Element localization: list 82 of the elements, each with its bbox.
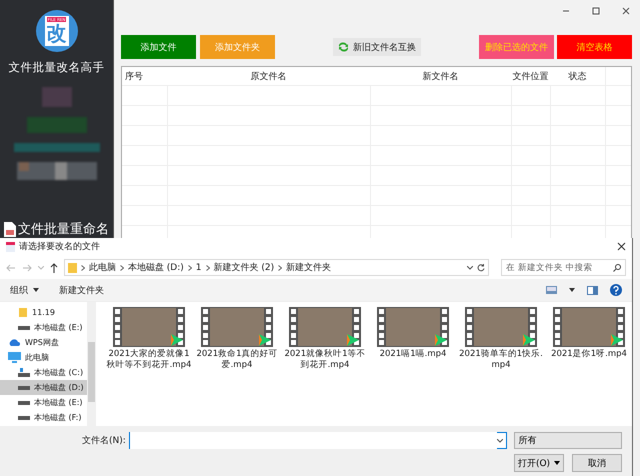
- nav-item[interactable]: 11.19: [0, 305, 88, 320]
- app-title: 文件批量改名高手: [8, 60, 104, 75]
- column-header[interactable]: 文件位置: [511, 67, 550, 85]
- file-name[interactable]: 2021救命1真的好可爱.mp4: [194, 349, 280, 371]
- chevron-right-icon: [206, 264, 210, 271]
- chevron-right-icon: [120, 264, 124, 271]
- filename-field[interactable]: [128, 432, 508, 450]
- nav-item[interactable]: 此电脑: [0, 350, 88, 365]
- nav-item[interactable]: WPS网盘: [0, 335, 88, 350]
- nav-label: 本地磁盘 (D:): [34, 382, 84, 393]
- dialog-title: 请选择要改名的文件: [19, 240, 101, 254]
- caret-icon: [33, 288, 39, 292]
- organize-menu[interactable]: 组织: [10, 284, 39, 297]
- video-thumbnail[interactable]: [201, 307, 273, 347]
- chevron-down-icon[interactable]: [467, 266, 474, 270]
- action-button[interactable]: 添加文件: [121, 35, 196, 59]
- filename-label: 文件名(N):: [82, 434, 126, 448]
- nav-label: 11.19: [32, 308, 55, 317]
- drive-icon: [18, 324, 30, 330]
- address-bar[interactable]: 此电脑 本地磁盘 (D:) 1 新建文件夹 (2) 新建文件夹: [64, 259, 490, 276]
- nav-item[interactable]: 本地磁盘 (D:): [0, 380, 88, 395]
- file-name[interactable]: 2021就像秋叶1等不到花开.mp4: [282, 349, 368, 371]
- nav-label: WPS网盘: [25, 337, 59, 348]
- nav-item[interactable]: 本地磁盘 (E:): [0, 395, 88, 410]
- footer-label: 文件批量重命名: [18, 221, 109, 238]
- logo-character: 改: [46, 22, 66, 44]
- video-thumbnail[interactable]: [465, 307, 537, 347]
- folder-icon: [18, 307, 28, 318]
- swap-arrows-icon: [338, 42, 349, 52]
- breadcrumb-item[interactable]: 本地磁盘 (D:): [128, 261, 184, 274]
- video-thumbnail[interactable]: [113, 307, 185, 347]
- drive-icon: [18, 414, 30, 420]
- nav-item[interactable]: 本地磁盘 (E:): [0, 320, 88, 335]
- close-icon[interactable]: [622, 7, 630, 15]
- file-type-dropdown[interactable]: 所有: [514, 432, 622, 450]
- nav-item[interactable]: 本地磁盘 (C:): [0, 365, 88, 380]
- chevron-right-icon: [80, 264, 85, 271]
- nav-label: 此电脑: [25, 352, 49, 363]
- file-name[interactable]: 2021大家的爱就像1秋叶等不到花开.mp4: [106, 349, 192, 371]
- nav-item[interactable]: 本地磁盘 (F:): [0, 410, 88, 425]
- scrollbar[interactable]: [87, 302, 96, 426]
- up-arrow-icon[interactable]: [50, 262, 58, 273]
- pixelated-block: [42, 87, 72, 107]
- search-icon: [613, 264, 621, 272]
- view-icon[interactable]: [546, 286, 557, 294]
- search-field[interactable]: 在 新建文件夹 中搜索: [501, 259, 626, 276]
- nav-label: 本地磁盘 (E:): [34, 397, 83, 408]
- chevron-down-icon: [497, 438, 504, 443]
- video-thumbnail[interactable]: [289, 307, 361, 347]
- cloud-icon: [8, 338, 21, 347]
- folder-icon: [68, 262, 77, 274]
- breadcrumb-item[interactable]: 1: [196, 262, 202, 273]
- new-folder-button[interactable]: 新建文件夹: [59, 284, 104, 297]
- breadcrumb-item[interactable]: 新建文件夹: [286, 261, 332, 274]
- nav-label: 本地磁盘 (C:): [34, 367, 84, 378]
- file-name[interactable]: 2021嗝1嗝.mp4: [370, 349, 456, 360]
- breadcrumb-item[interactable]: 新建文件夹 (2): [214, 261, 274, 274]
- breadcrumb-item[interactable]: 此电脑: [88, 261, 116, 274]
- preview-pane-icon[interactable]: [587, 286, 598, 295]
- pixelated-block: [26, 117, 86, 133]
- drive-icon: [18, 368, 30, 377]
- maximize-icon[interactable]: [592, 7, 600, 15]
- chevron-right-icon: [188, 264, 192, 271]
- cancel-button[interactable]: 取消: [572, 454, 622, 472]
- chevron-right-icon: [278, 264, 282, 271]
- close-icon[interactable]: [617, 242, 626, 252]
- caret-icon: [554, 461, 560, 466]
- nav-label: 本地磁盘 (E:): [34, 322, 83, 333]
- help-icon[interactable]: [610, 284, 622, 296]
- caret-icon[interactable]: [569, 288, 575, 292]
- refresh-icon[interactable]: [477, 264, 486, 272]
- video-thumbnail[interactable]: [553, 307, 625, 347]
- open-button[interactable]: 打开(O): [514, 454, 564, 472]
- swap-button[interactable]: 新旧文件名互换: [333, 38, 421, 56]
- video-thumbnail[interactable]: [377, 307, 449, 347]
- monitor-icon: [8, 352, 21, 363]
- file-name[interactable]: 2021骑单车的1快乐.mp4: [458, 349, 544, 371]
- app-icon: [6, 242, 15, 252]
- nav-label: 本地磁盘 (F:): [34, 412, 82, 423]
- file-name[interactable]: 2021是你1呀.mp4: [546, 349, 632, 360]
- drive-icon: [18, 384, 30, 390]
- drive-icon: [18, 400, 30, 406]
